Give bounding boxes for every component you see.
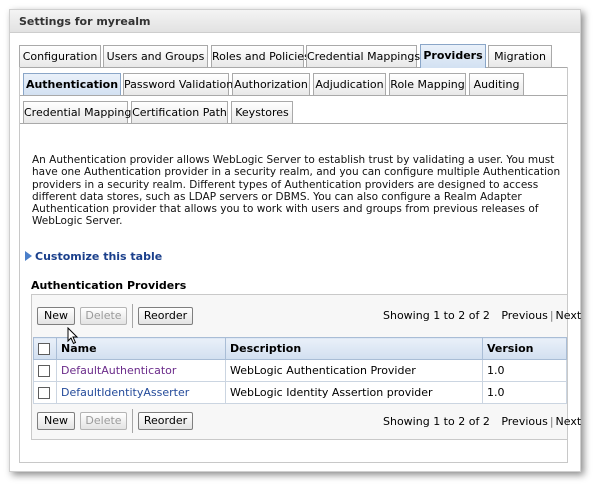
previous-link[interactable]: Previous: [501, 415, 548, 428]
tab-credential-mappings[interactable]: Credential Mappings: [306, 45, 420, 67]
delete-button-bottom[interactable]: Delete: [80, 412, 127, 430]
paging-top: Showing 1 to 2 of 2 Previous | Next: [383, 309, 582, 322]
select-all-checkbox[interactable]: [38, 343, 50, 355]
row-checkbox[interactable]: [38, 365, 50, 377]
toolbar-separator: [132, 304, 133, 328]
provider-description: An Authentication provider allows WebLog…: [32, 154, 561, 228]
provider-name-cell: DefaultAuthenticator: [56, 359, 226, 382]
tab-users-and-groups[interactable]: Users and Groups: [103, 45, 208, 67]
mouse-pointer-icon: [67, 327, 79, 345]
reorder-button[interactable]: Reorder: [138, 307, 193, 325]
paging-showing: Showing 1 to 2 of 2: [383, 309, 490, 322]
provider-description-cell: WebLogic Identity Assertion provider: [225, 381, 483, 404]
column-header-description[interactable]: Description: [225, 337, 483, 360]
row-select-cell: [33, 381, 57, 404]
column-header-name[interactable]: Name: [56, 337, 226, 360]
column-header-version[interactable]: Version: [482, 337, 567, 360]
title-bar: Settings for myrealm: [10, 10, 580, 33]
delete-button[interactable]: Delete: [80, 307, 127, 325]
provider-description-cell: WebLogic Authentication Provider: [225, 359, 483, 382]
provider-name-link[interactable]: DefaultAuthenticator: [61, 364, 176, 377]
tab-providers[interactable]: Providers: [420, 44, 486, 68]
expand-triangle-icon: [25, 251, 32, 261]
providers-table: Name Description Version DefaultAuthenti…: [33, 337, 567, 404]
provider-name-link[interactable]: DefaultIdentityAsserter: [61, 386, 189, 399]
settings-window: Settings for myrealm Configuration Users…: [9, 9, 581, 472]
row-select-cell: [33, 359, 57, 382]
row-checkbox[interactable]: [38, 387, 50, 399]
table-header-row: Name Description Version: [33, 337, 567, 360]
customize-table-link[interactable]: Customize this table: [25, 250, 162, 263]
section-title: Authentication Providers: [31, 279, 187, 292]
tab-roles-and-policies[interactable]: Roles and Policies: [211, 45, 310, 67]
toolbar-separator: [132, 409, 133, 433]
table-row: DefaultIdentityAsserter WebLogic Identit…: [33, 381, 567, 404]
provider-version-cell: 1.0: [482, 359, 567, 382]
next-link[interactable]: Next: [556, 415, 582, 428]
window-title: Settings for myrealm: [19, 15, 151, 28]
select-all-cell: [33, 337, 57, 360]
next-link[interactable]: Next: [556, 309, 582, 322]
reorder-button-bottom[interactable]: Reorder: [138, 412, 193, 430]
paging-showing: Showing 1 to 2 of 2: [383, 415, 490, 428]
provider-name-cell: DefaultIdentityAsserter: [56, 381, 226, 404]
tab-migration[interactable]: Migration: [488, 45, 552, 67]
new-button[interactable]: New: [37, 307, 75, 325]
previous-link[interactable]: Previous: [501, 309, 548, 322]
provider-version-cell: 1.0: [482, 381, 567, 404]
table-row: DefaultAuthenticator WebLogic Authentica…: [33, 359, 567, 382]
paging-bottom: Showing 1 to 2 of 2 Previous | Next: [383, 415, 582, 428]
customize-link-label: Customize this table: [35, 250, 163, 263]
new-button-bottom[interactable]: New: [37, 412, 75, 430]
tab-configuration[interactable]: Configuration: [19, 45, 101, 67]
